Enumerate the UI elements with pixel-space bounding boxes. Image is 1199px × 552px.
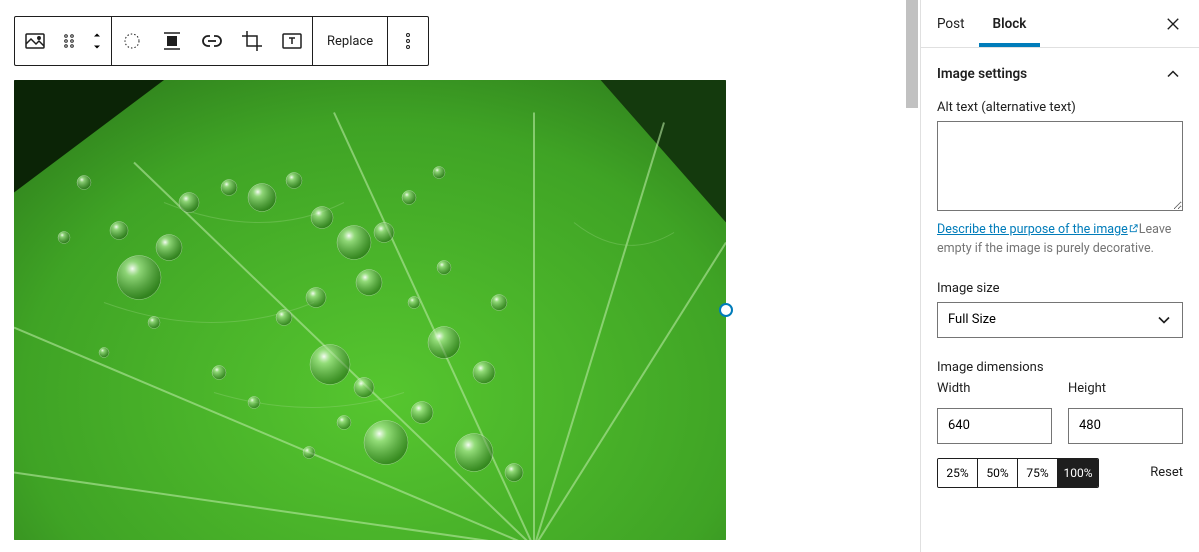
- preset-75[interactable]: 75%: [1018, 459, 1058, 487]
- dimension-presets: 25% 50% 75% 100%: [937, 458, 1099, 488]
- tab-block[interactable]: Block: [979, 2, 1041, 46]
- block-toolbar: Replace: [14, 16, 429, 66]
- link-button[interactable]: [192, 17, 232, 65]
- alt-text-input[interactable]: [937, 121, 1183, 211]
- replace-button[interactable]: Replace: [313, 17, 387, 65]
- preset-100[interactable]: 100%: [1058, 459, 1098, 487]
- block-mover[interactable]: [83, 17, 111, 65]
- scrollbar-thumb[interactable]: [906, 0, 918, 108]
- height-input[interactable]: [1068, 408, 1183, 444]
- tab-post[interactable]: Post: [937, 2, 979, 46]
- editor-canvas: Replace: [0, 0, 904, 552]
- block-type-image-icon[interactable]: [15, 17, 55, 65]
- reset-dimensions-button[interactable]: Reset: [1150, 465, 1183, 480]
- width-input[interactable]: [937, 408, 1052, 444]
- align-center-button[interactable]: [152, 17, 192, 65]
- height-label: Height: [1068, 381, 1183, 396]
- image-size-select[interactable]: Full Size: [937, 302, 1183, 338]
- image-block[interactable]: [14, 80, 726, 540]
- image-settings-panel-toggle[interactable]: Image settings: [937, 64, 1183, 84]
- image-content: [14, 80, 726, 540]
- settings-sidebar: Post Block Image settings Alt text (alte…: [920, 0, 1199, 552]
- chevron-up-icon: [91, 29, 103, 41]
- preset-50[interactable]: 50%: [978, 459, 1018, 487]
- align-button[interactable]: [112, 17, 152, 65]
- alt-text-help: Describe the purpose of the imageLeave e…: [937, 221, 1183, 259]
- chevron-down-icon: [91, 41, 103, 53]
- resize-handle-right[interactable]: [719, 303, 733, 317]
- drag-handle-icon[interactable]: [55, 17, 83, 65]
- alt-help-link[interactable]: Describe the purpose of the image: [937, 222, 1139, 237]
- scrollbar[interactable]: [904, 0, 920, 552]
- more-options-button[interactable]: [388, 17, 428, 65]
- panel-title: Image settings: [937, 66, 1027, 82]
- width-label: Width: [937, 381, 1052, 396]
- chevron-up-icon: [1163, 64, 1183, 84]
- close-sidebar-button[interactable]: [1155, 6, 1191, 42]
- text-overlay-button[interactable]: [272, 17, 312, 65]
- image-dimensions-label: Image dimensions: [937, 360, 1183, 375]
- crop-button[interactable]: [232, 17, 272, 65]
- image-size-label: Image size: [937, 281, 1183, 296]
- alt-text-label: Alt text (alternative text): [937, 100, 1183, 115]
- sidebar-tabs: Post Block: [921, 0, 1199, 48]
- preset-25[interactable]: 25%: [938, 459, 978, 487]
- external-link-icon: [1128, 223, 1139, 234]
